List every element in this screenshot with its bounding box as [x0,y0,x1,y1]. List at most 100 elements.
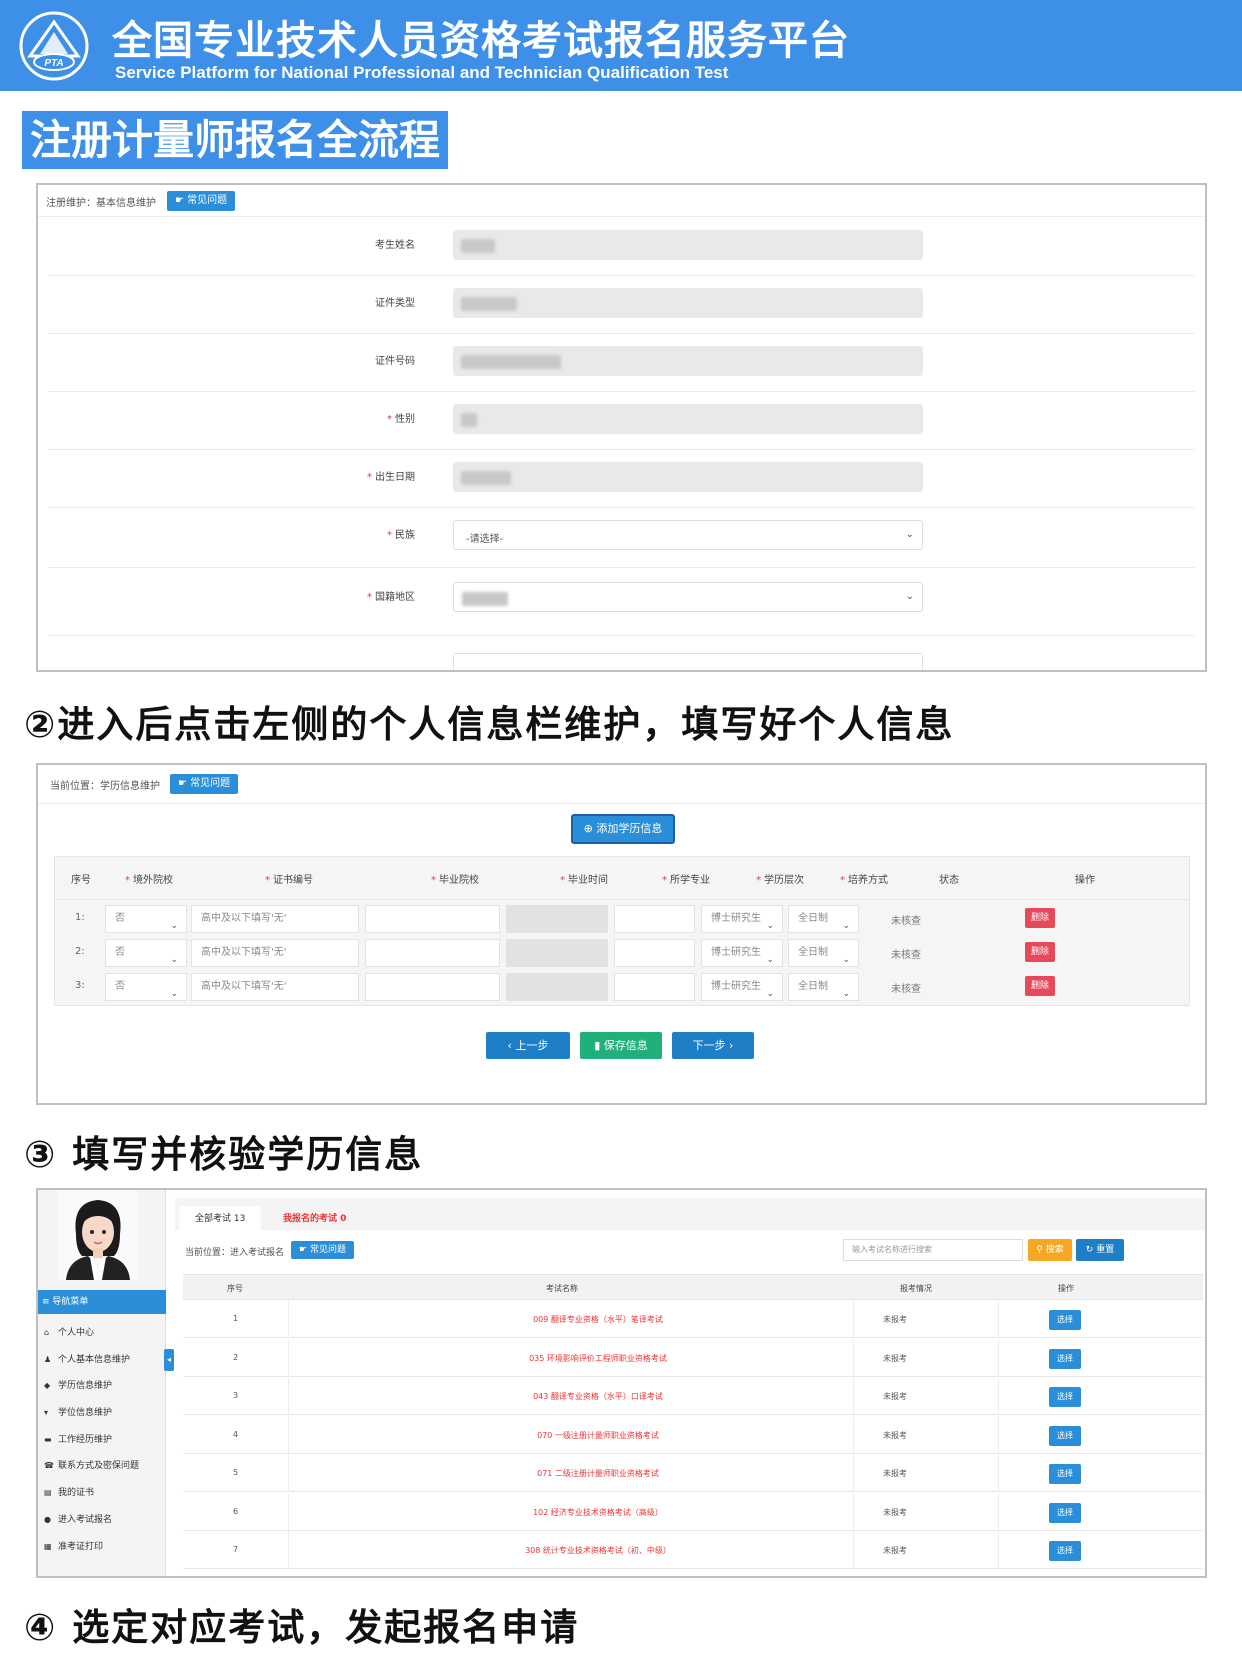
select-exam-button[interactable]: 选择 [1049,1387,1081,1407]
search-icon: ⚲ [1036,1245,1043,1255]
status-text: 未核查 [891,950,921,961]
education-table: 序号 * 境外院校 * 证书编号 * 毕业院校 * 毕业时间 * 所学专业 * 学历层次 *… [54,856,1190,1006]
prev-step-button[interactable]: ‹ 上一步 [486,1032,570,1059]
school-input[interactable] [365,905,500,933]
certificate-icon: ▤ [44,1488,52,1497]
chevron-down-icon: ⌄ [905,591,914,602]
major-input[interactable] [614,939,695,967]
cert-number-input[interactable]: 高中及以下填写'无' [191,939,359,967]
cert-number-input[interactable]: 高中及以下填写'无' [191,905,359,933]
overseas-select[interactable]: 否 ⌄ [105,939,187,967]
major-input[interactable] [614,973,695,1001]
exam-status: 未报考 [883,1430,907,1440]
mode-select[interactable]: 全日制 ⌄ [788,905,859,933]
id-type-field[interactable] [453,288,923,318]
name-field[interactable] [453,230,923,260]
nav-item-certificates[interactable]: ▤ 我的证书 [44,1485,94,1498]
select-exam-button[interactable]: 选择 [1049,1502,1081,1523]
id-number-field[interactable] [453,346,923,376]
education-panel: 当前位置：学历信息维护 ☛ 常见问题 ⊕ 添加学历信息 序号 * 境外院校 * 证书… [36,763,1207,1105]
select-exam-button[interactable]: 选择 [1049,1310,1081,1330]
overseas-select[interactable]: 否 ⌄ [105,973,187,1001]
column-header: 操作 [1058,1284,1074,1293]
column-header: 考试名称 [546,1284,578,1293]
main-title: 注册计量师报名全流程 [22,111,448,169]
table-row: 3: 否 ⌄ 高中及以下填写'无' 博士研究生 ⌄ 全日制 ⌄ 未核查 删除 [55,970,1191,1004]
search-button[interactable]: ⚲ 搜索 [1028,1239,1072,1261]
tabs-bar: 全部考试 13 我报名的考试 0 [175,1198,1205,1232]
chevron-down-icon: ⌄ [766,955,774,965]
exam-registration-panel: ≡ 导航菜单 ⌂ 个人中心 ♟ 个人基本信息维护 ◆ 学历信息维护 ▾ 学位信息维护 ▬… [36,1188,1207,1578]
nationality-select[interactable]: ⌄ [453,582,923,612]
birthdate-field[interactable] [453,462,923,492]
faq-button[interactable]: ☛ 常见问题 [167,191,236,211]
nav-item-work[interactable]: ▬ 工作经历维护 [44,1432,112,1445]
nav-item-basic-info[interactable]: ♟ 个人基本信息维护 [44,1352,130,1365]
field-label: * 性别 [387,414,415,425]
svg-text:PTA: PTA [44,58,63,69]
exam-index: 3 [233,1391,239,1400]
level-select[interactable]: 博士研究生 ⌄ [701,939,783,967]
next-step-button[interactable]: 下一步 › [672,1032,754,1059]
select-exam-button[interactable]: 选择 [1049,1541,1081,1561]
faq-button[interactable]: ☛ 常见问题 [170,774,239,794]
row-index: 1: [75,912,85,923]
overseas-select[interactable]: 否 ⌄ [105,905,187,933]
ethnicity-select[interactable]: -请选择- ⌄ [453,520,923,550]
divider [998,1493,999,1531]
level-select[interactable]: 博士研究生 ⌄ [701,905,783,933]
reset-button[interactable]: ↻ 重置 [1076,1239,1124,1261]
exam-name: 035 环境影响评价工程师职业资格考试 [529,1353,667,1363]
nav-item-degree[interactable]: ▾ 学位信息维护 [44,1405,112,1418]
breadcrumb-bar: 注册维护：基本信息维护 ☛ 常见问题 [38,185,1205,217]
delete-button[interactable]: 删除 [1025,908,1055,928]
exam-index: 1 [233,1314,239,1323]
graduation-cap-icon: ◆ [44,1381,51,1390]
nav-menu-header: ≡ 导航菜单 [38,1290,166,1314]
save-info-button[interactable]: ▮ 保存信息 [580,1032,662,1059]
grad-date-input[interactable] [506,939,608,967]
tab-all-exams[interactable]: 全部考试 13 [179,1206,262,1232]
sidebar-collapse-button[interactable]: ◂ [164,1349,174,1371]
cert-number-input[interactable]: 高中及以下填写'无' [191,973,359,1001]
column-header: * 境外院校 [125,875,173,886]
next-field-partial [453,653,923,670]
column-header: * 培养方式 [840,875,888,886]
chevron-down-icon: ⌄ [842,989,850,999]
row-index: 2: [75,946,85,957]
level-select[interactable]: 博士研究生 ⌄ [701,973,783,1001]
nav-item-enter-exam[interactable]: ● 进入考试报名 [44,1512,112,1525]
plus-circle-icon: ⊕ [583,822,593,835]
mode-select[interactable]: 全日制 ⌄ [788,973,859,1001]
major-input[interactable] [614,905,695,933]
field-label: * 出生日期 [367,472,415,483]
nav-item-contact[interactable]: ☎ 联系方式及密保问题 [44,1458,139,1471]
select-exam-button[interactable]: 选择 [1049,1425,1081,1446]
user-icon: ♟ [44,1355,52,1364]
nav-item-education[interactable]: ◆ 学历信息维护 [44,1378,112,1391]
delete-button[interactable]: 删除 [1025,942,1055,962]
column-header: * 所学专业 [662,875,710,886]
tab-my-exams[interactable]: 我报名的考试 0 [267,1206,362,1232]
nav-item-personal-center[interactable]: ⌂ 个人中心 [44,1325,94,1338]
form-row-birthdate: * 出生日期 [48,450,1195,508]
faq-button[interactable]: ☛ 常见问题 [291,1241,354,1259]
school-input[interactable] [365,939,500,967]
table-row: 3 043 翻译专业资格（水平）口译考试 未报考 选择 [183,1378,1203,1415]
column-header: * 毕业时间 [560,875,608,886]
school-input[interactable] [365,973,500,1001]
delete-button[interactable]: 删除 [1025,976,1055,996]
exam-name: 308 统计专业技术资格考试（初、中级） [525,1546,671,1555]
chevron-right-icon: › [729,1039,734,1052]
form-row-nationality: * 国籍地区 ⌄ [48,568,1195,636]
exam-name: 043 翻译专业资格（水平）口译考试 [533,1392,663,1401]
select-exam-button[interactable]: 选择 [1049,1464,1081,1484]
nav-item-ticket-print[interactable]: ▦ 准考证打印 [44,1539,103,1552]
gender-field[interactable] [453,404,923,434]
add-education-button[interactable]: ⊕ 添加学历信息 [571,814,675,844]
grad-date-input[interactable] [506,973,608,1001]
grad-date-input[interactable] [506,905,608,933]
exam-search-input[interactable]: 输入考试名称进行搜索 [843,1239,1023,1261]
select-exam-button[interactable]: 选择 [1049,1348,1081,1369]
mode-select[interactable]: 全日制 ⌄ [788,939,859,967]
